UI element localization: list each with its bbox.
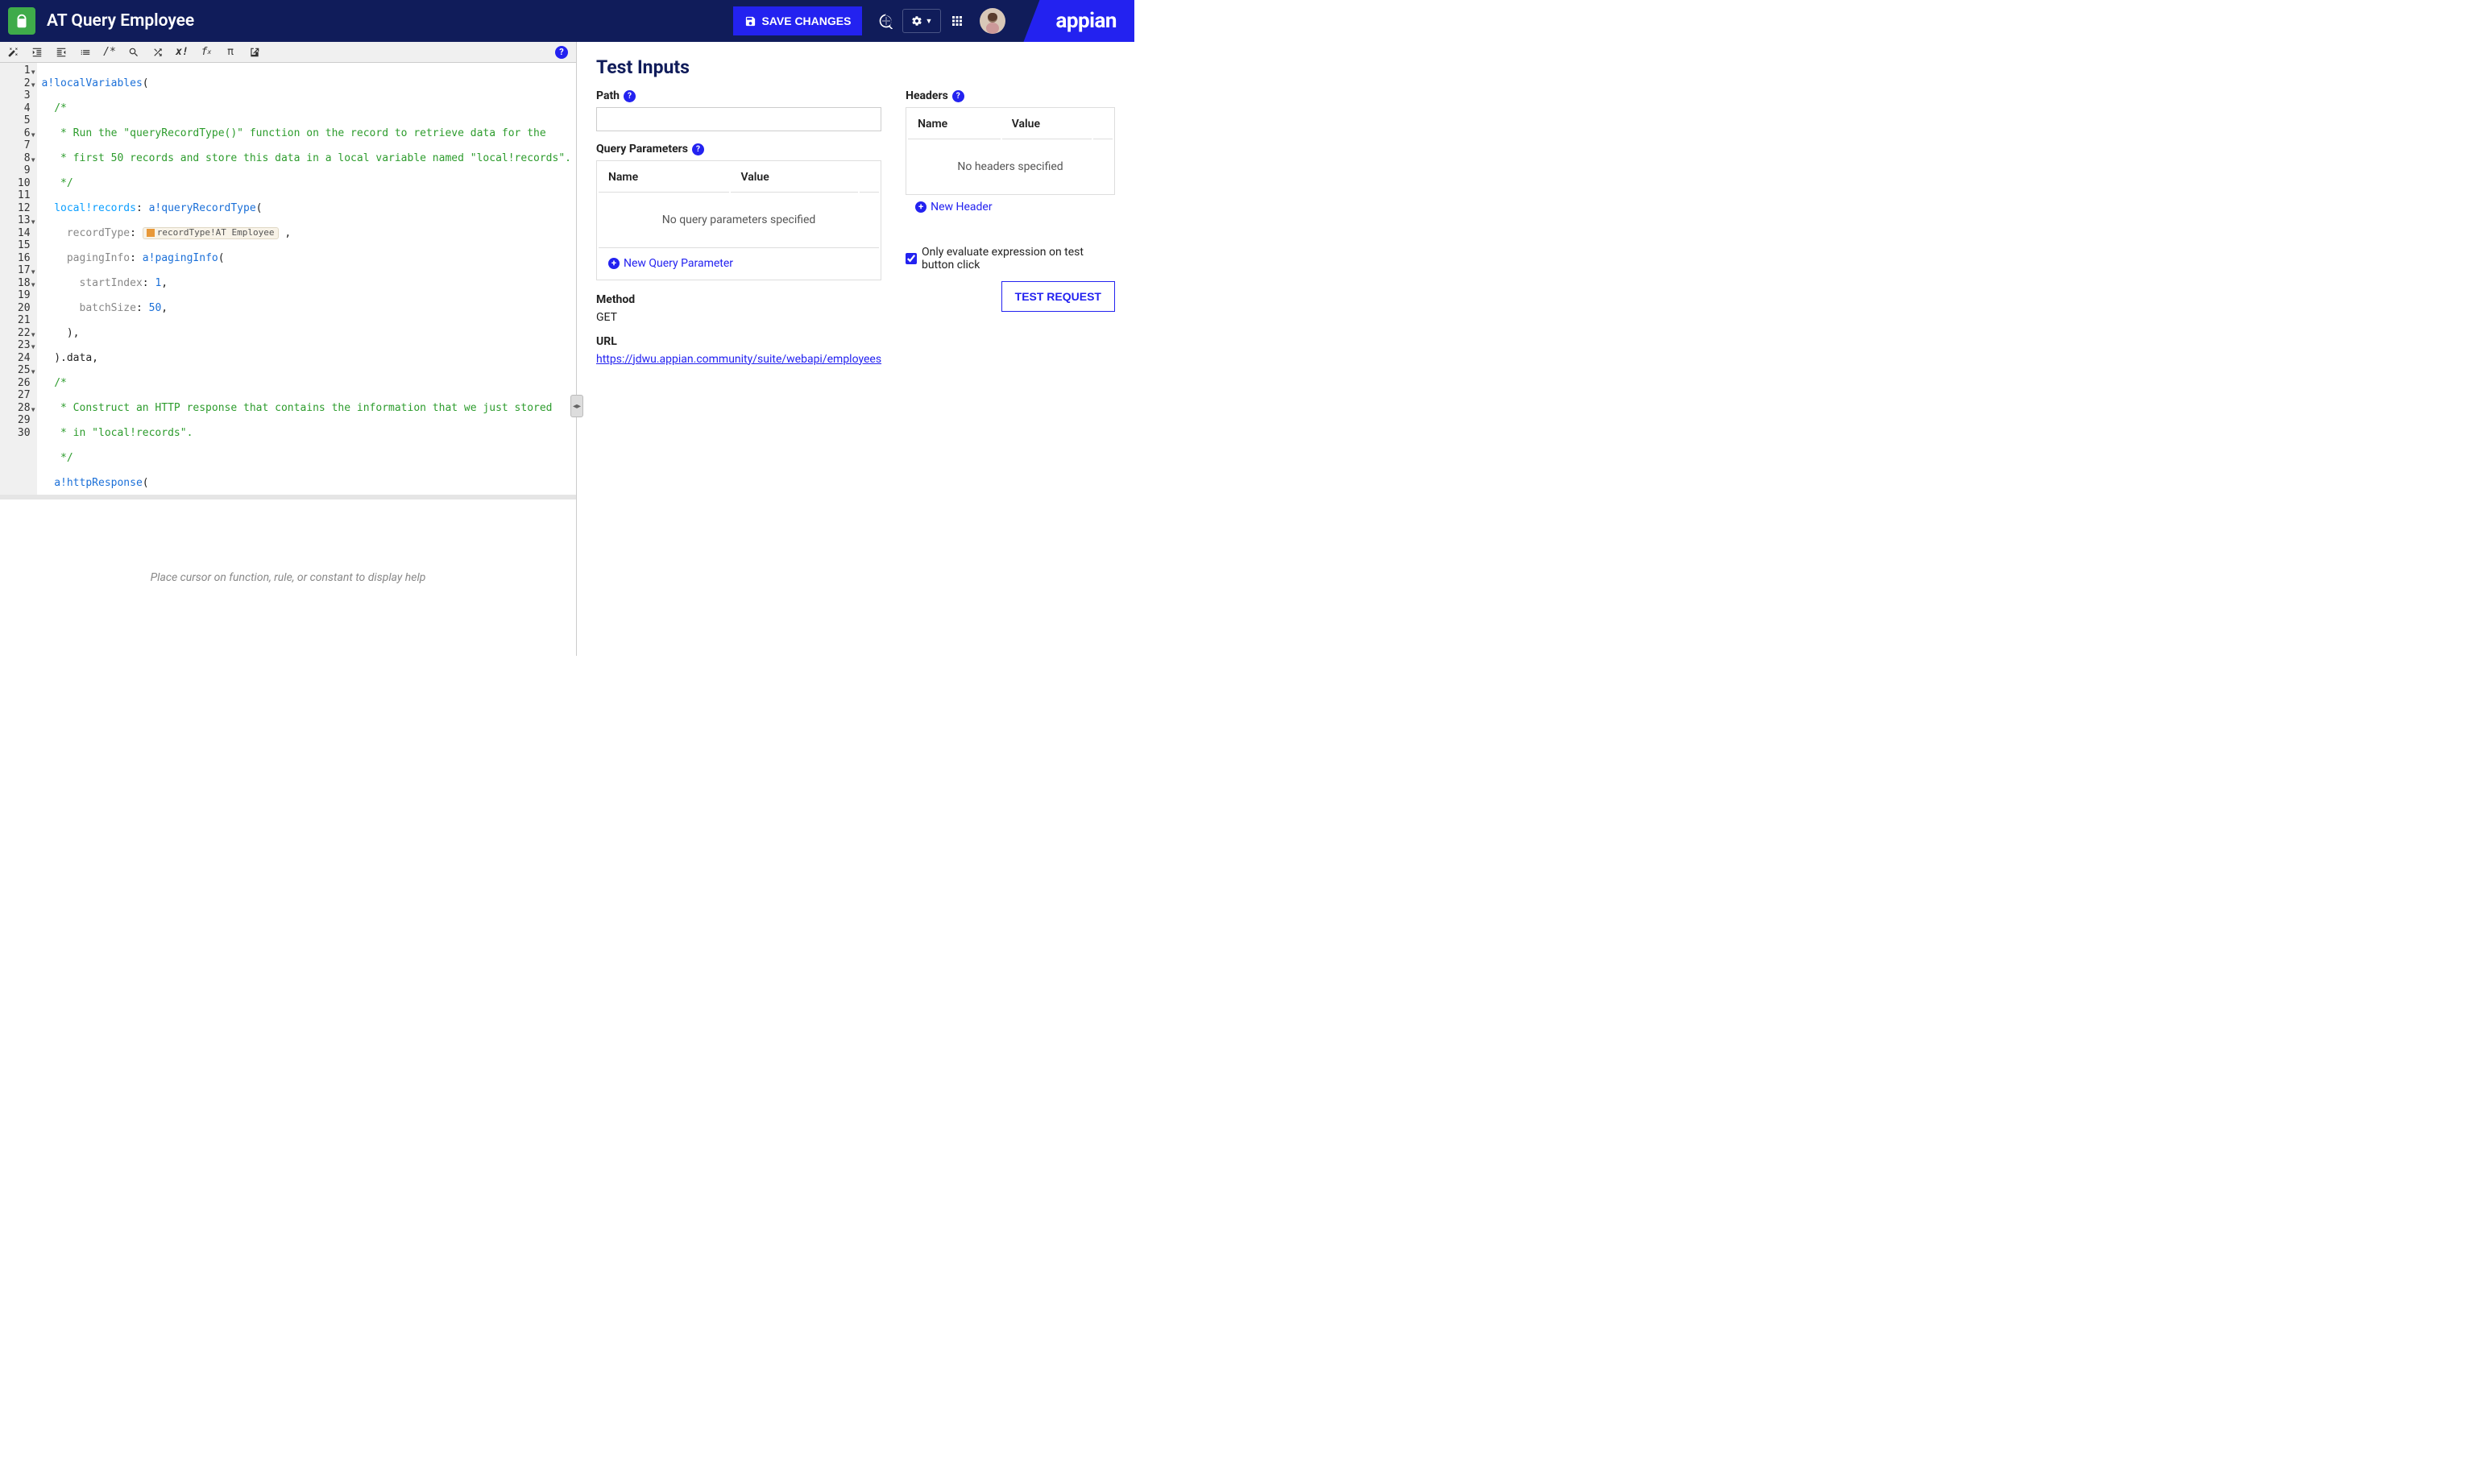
new-header-link[interactable]: + New Header [915,201,993,213]
outdent-icon[interactable] [31,46,44,59]
toolbar-help-icon[interactable]: ? [555,46,568,59]
editor-pane: /* x! fx π ? 1▼ 2▼ 3 4 5 6▼ 7 8▼ 9 10 11 [0,42,577,656]
pi-icon[interactable]: π [224,46,237,59]
record-type-chip[interactable]: recordType!AT Employee [143,227,279,239]
main-content: /* x! fx π ? 1▼ 2▼ 3 4 5 6▼ 7 8▼ 9 10 11 [0,42,1134,656]
plus-icon: + [915,201,926,213]
splitter-handle[interactable]: ◂▸ [570,395,583,417]
test-request-button[interactable]: TEST REQUEST [1001,281,1115,312]
object-type-icon [8,7,35,35]
variable-x-icon[interactable]: x! [176,46,189,59]
code-body[interactable]: a!localVariables( /* * Run the "queryRec… [37,63,576,495]
indent-icon[interactable] [55,46,68,59]
app-header: AT Query Employee SAVE CHANGES ▼ appian [0,0,1134,42]
evaluate-on-click-checkbox[interactable] [906,252,917,265]
col-header-value: Value [1002,110,1092,139]
help-icon[interactable]: ? [692,143,704,155]
shuffle-icon[interactable] [151,46,164,59]
col-header-name: Name [908,110,1001,139]
help-icon[interactable]: ? [624,90,636,102]
user-avatar[interactable] [980,8,1005,34]
help-placeholder: Place cursor on function, rule, or const… [151,571,426,584]
col-header-value: Value [731,163,858,193]
fx-icon[interactable]: fx [200,46,213,59]
globe-search-icon[interactable] [870,5,902,37]
settings-dropdown[interactable]: ▼ [902,9,941,33]
query-params-label: Query Parameters ? [596,143,881,155]
page-title: AT Query Employee [47,11,733,31]
new-query-param-link[interactable]: + New Query Parameter [608,257,733,270]
help-icon[interactable]: ? [952,90,964,102]
url-link[interactable]: https://jdwu.appian.community/suite/weba… [596,353,881,366]
headers-table: Name Value No headers specified [906,107,1115,195]
empty-headers: No headers specified [908,141,1113,193]
editor-gutter: 1▼ 2▼ 3 4 5 6▼ 7 8▼ 9 10 11 12 13▼ 14 15… [0,63,37,495]
method-label: Method [596,293,881,306]
left-test-col: Path ? Query Parameters ? Name Value No … [596,89,881,366]
col-header-name: Name [599,163,729,193]
wand-icon[interactable] [6,46,19,59]
panel-title: Test Inputs [596,56,1115,78]
path-input[interactable] [596,107,881,131]
method-value: GET [596,311,881,324]
function-help-panel: Place cursor on function, rule, or const… [0,495,576,656]
list-icon[interactable] [79,46,92,59]
comment-icon[interactable]: /* [103,46,116,59]
headers-label: Headers ? [906,89,1115,102]
checkbox-label: Only evaluate expression on test button … [922,246,1115,272]
search-icon[interactable] [127,46,140,59]
save-button[interactable]: SAVE CHANGES [733,6,862,35]
query-params-table: Name Value No query parameters specified… [596,160,881,280]
editor-toolbar: /* x! fx π ? [0,42,576,63]
path-label: Path ? [596,89,881,102]
url-label: URL [596,335,881,348]
brand-logo: appian [1023,0,1134,42]
save-button-label: SAVE CHANGES [761,15,851,27]
empty-query-params: No query parameters specified [599,194,879,246]
code-editor[interactable]: 1▼ 2▼ 3 4 5 6▼ 7 8▼ 9 10 11 12 13▼ 14 15… [0,63,576,495]
test-inputs-pane: Test Inputs Path ? Query Parameters ? Na… [577,42,1134,656]
plus-icon: + [608,258,620,269]
apps-grid-icon[interactable] [941,5,973,37]
right-test-col: Headers ? Name Value No headers specifie… [906,89,1115,366]
export-icon[interactable] [248,46,261,59]
